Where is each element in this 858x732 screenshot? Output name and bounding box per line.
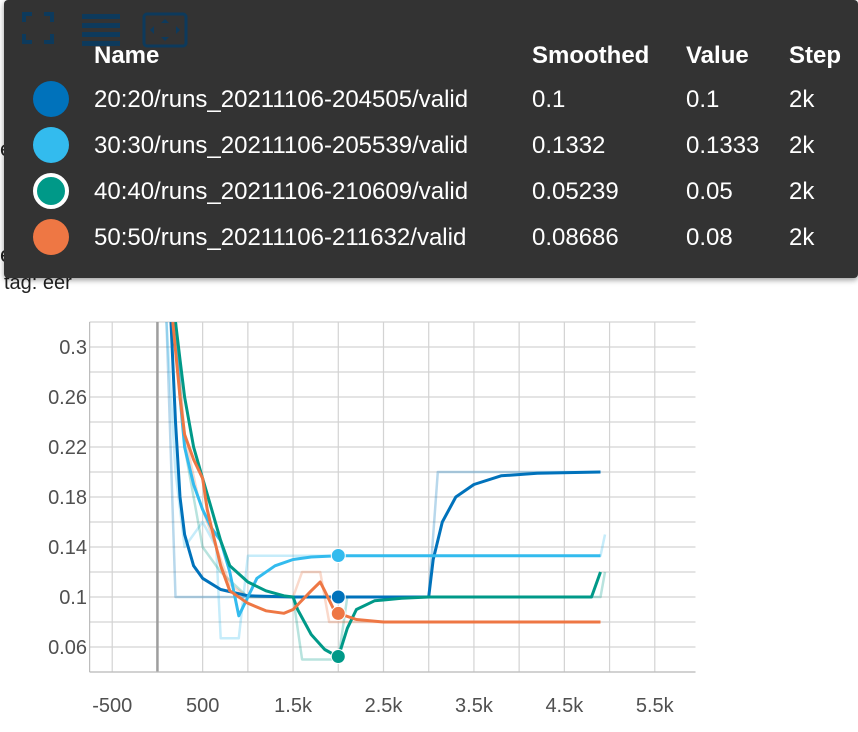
smoothed-value: 0.05239 [532, 178, 619, 205]
y-tick-label: 0.18 [48, 487, 87, 509]
y-tick-label: 0.06 [48, 637, 87, 659]
raw-value: 0.08 [686, 224, 733, 251]
hover-point [330, 589, 346, 605]
run-color-dot [33, 81, 69, 117]
header-value: Value [686, 42, 749, 69]
x-tick-label: 2.5k [365, 695, 404, 717]
hover-tooltip: Name Smoothed Value Step 20:20/runs_2021… [4, 0, 858, 278]
step-value: 2k [789, 86, 815, 113]
x-tick-label: 5.5k [636, 695, 675, 717]
x-tick-label: 1.5k [274, 695, 313, 717]
hover-point [330, 605, 346, 621]
step-value: 2k [789, 132, 815, 159]
series-raw-line [174, 322, 607, 661]
hover-point [330, 548, 346, 563]
chart-series [165, 322, 607, 661]
run-name: 50:50/runs_20211106-211632/valid [94, 224, 467, 251]
x-tick-label: 3.5k [455, 695, 494, 717]
raw-value: 0.1333 [686, 132, 760, 159]
step-value: 2k [789, 178, 815, 205]
y-tick-label: 0.1 [59, 587, 87, 609]
y-tick-label: 0.3 [59, 337, 87, 359]
header-name: Name [94, 42, 160, 69]
run-name: 30:30/runs_20211106-205539/valid [94, 132, 469, 159]
x-tick-label: -500 [92, 695, 132, 717]
run-name: 20:20/runs_20211106-204505/valid [94, 86, 469, 113]
header-step: Step [789, 42, 842, 69]
run-color-dot [33, 219, 69, 255]
x-tick-label: 500 [186, 695, 219, 717]
fullscreen-icon[interactable] [22, 12, 54, 49]
run-color-dot [33, 173, 69, 209]
smoothed-value: 0.08686 [532, 224, 619, 251]
raw-value: 0.05 [686, 178, 733, 205]
step-value: 2k [789, 224, 815, 251]
y-tick-label: 0.22 [48, 437, 87, 459]
chart-axes: -500 500 1.5k 2.5k 3.5k 4.5k 5.5k 0.06 0.1 0.14 0.… [48, 322, 696, 717]
raw-value: 0.1 [686, 86, 720, 113]
run-color-dot [33, 127, 69, 163]
x-tick-label: 4.5k [545, 695, 584, 717]
header-smoothed: Smoothed [532, 42, 650, 69]
hover-point [330, 649, 346, 665]
y-tick-label: 0.14 [48, 537, 87, 559]
y-tick-label: 0.26 [48, 387, 87, 409]
smoothed-value: 0.1332 [532, 132, 606, 159]
run-name: 40:40/runs_20211106-210609/valid [94, 178, 469, 205]
smoothed-value: 0.1 [532, 86, 566, 113]
